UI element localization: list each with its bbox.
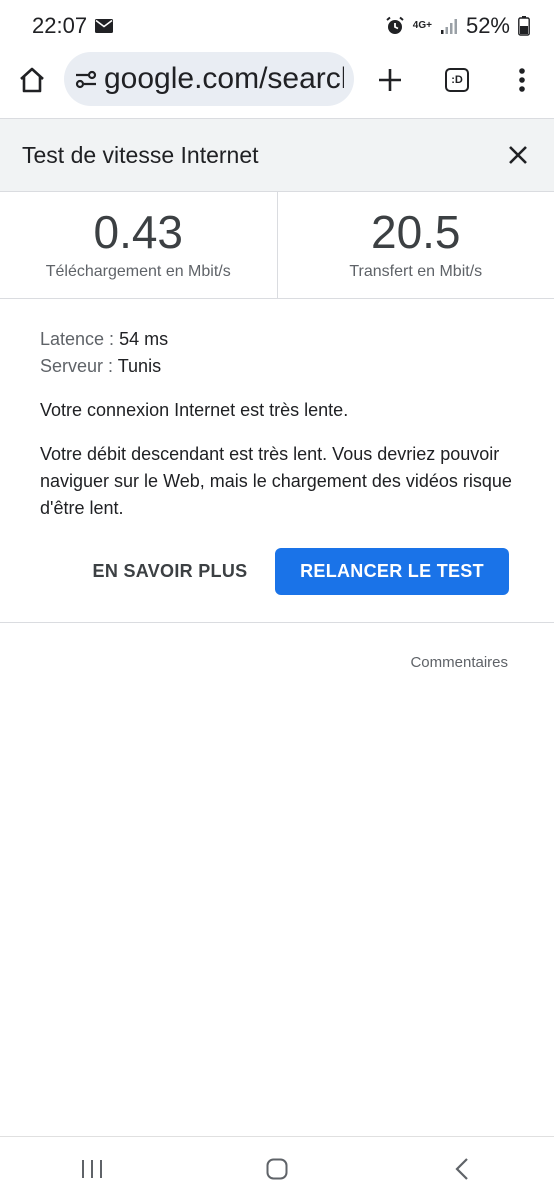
server-label: Serveur :	[40, 356, 114, 376]
back-button[interactable]	[422, 1139, 502, 1199]
upload-metric: 20.5 Transfert en Mbit/s	[276, 192, 554, 298]
dialog-header: Test de vitesse Internet	[0, 118, 554, 192]
back-icon	[455, 1157, 468, 1180]
tab-switcher-button[interactable]: :D	[427, 50, 487, 110]
learn-more-button[interactable]: EN SAVOIR PLUS	[84, 548, 256, 595]
speed-summary: Votre connexion Internet est très lente.	[40, 400, 349, 420]
speed-description: Votre débit descendant est très lent. Vo…	[40, 444, 512, 518]
status-bar: 22:07 4G+ 52%	[0, 0, 554, 52]
mail-icon	[95, 19, 114, 33]
server-value: Tunis	[117, 356, 162, 376]
feedback-link[interactable]: Commentaires	[410, 654, 508, 671]
dialog-title: Test de vitesse Internet	[22, 141, 259, 168]
home-icon	[20, 67, 44, 93]
latency-label: Latence :	[40, 329, 115, 349]
url-text[interactable]: google.com/search	[104, 62, 344, 96]
download-value: 0.43	[93, 206, 184, 258]
recent-apps-button[interactable]	[52, 1139, 132, 1199]
latency-value: 54 ms	[119, 329, 169, 349]
home-nav-button[interactable]	[237, 1139, 317, 1199]
status-time: 22:07	[32, 13, 88, 38]
close-icon	[509, 146, 527, 164]
new-tab-icon	[379, 69, 401, 91]
tab-count: :D	[451, 74, 463, 86]
server-row: Serveur : Tunis	[40, 353, 520, 380]
status-left: 22:07	[32, 13, 114, 39]
system-nav-bar	[0, 1136, 554, 1200]
network-type: 4G+	[412, 20, 432, 31]
battery-icon	[518, 16, 530, 36]
download-label: Téléchargement en Mbit/s	[45, 263, 231, 280]
dialog-actions: EN SAVOIR PLUS RELANCER LE TEST	[0, 548, 554, 595]
more-options-button[interactable]	[492, 50, 552, 110]
url-bar[interactable]: google.com/search	[64, 52, 354, 106]
tab-switcher-icon: :D	[445, 68, 469, 92]
recent-apps-icon	[82, 1159, 103, 1178]
more-options-icon	[519, 68, 525, 92]
speed-test-page: 22:07 4G+ 52% google.com/search:D Test …	[0, 0, 554, 1200]
close-button[interactable]	[504, 141, 532, 169]
signal-icon	[440, 17, 458, 35]
divider	[0, 622, 554, 623]
latency-row: Latence : 54 ms	[40, 326, 520, 353]
speed-metrics: 0.43 Téléchargement en Mbit/s 20.5 Trans…	[0, 192, 554, 299]
battery-percent: 52%	[465, 13, 510, 38]
home-button[interactable]	[2, 50, 62, 110]
site-settings-icon[interactable]	[74, 67, 98, 91]
download-metric: 0.43 Téléchargement en Mbit/s	[0, 192, 277, 298]
status-right: 4G+ 52%	[385, 13, 530, 39]
alarm-icon	[385, 16, 405, 36]
new-tab-button[interactable]	[360, 50, 420, 110]
speed-details: Latence : 54 ms Serveur : Tunis Votre co…	[40, 326, 520, 522]
upload-label: Transfert en Mbit/s	[349, 263, 483, 280]
browser-toolbar: google.com/search :D	[0, 52, 554, 118]
home-nav-icon	[266, 1158, 288, 1179]
upload-value: 20.5	[370, 206, 461, 258]
rerun-test-button[interactable]: RELANCER LE TEST	[275, 548, 509, 595]
